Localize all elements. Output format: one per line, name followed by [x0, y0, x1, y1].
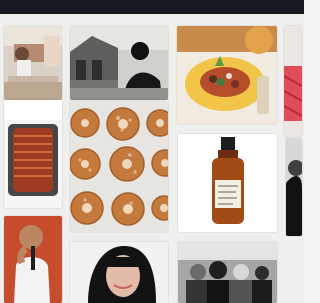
house-portrait-image [70, 26, 168, 100]
top-navigation-bar [0, 0, 304, 14]
dark-portrait-image [286, 138, 302, 236]
donuts-image [70, 100, 168, 232]
tile-donuts-photo[interactable] [70, 100, 168, 232]
woman-portrait-image [70, 242, 168, 303]
tile-group-photo[interactable] [178, 242, 277, 303]
tile-food-bowl-photo[interactable] [177, 26, 277, 124]
tile-roast-pan-photo[interactable] [4, 100, 62, 208]
tile-dark-portrait-photo[interactable] [286, 138, 302, 236]
red-fabric-image [284, 26, 302, 136]
amber-bottle-image [178, 134, 277, 232]
tile-house-portrait-photo[interactable] [70, 26, 168, 100]
roast-pan-image [4, 100, 62, 208]
tile-woman-portrait-photo[interactable] [70, 242, 168, 303]
tile-singer-photo[interactable] [4, 216, 62, 303]
tile-red-fabric-photo[interactable] [284, 26, 302, 136]
image-grid [0, 14, 304, 303]
group-image [178, 242, 277, 303]
photo-feed-app [0, 0, 304, 303]
tile-dining-room-photo[interactable] [4, 26, 62, 100]
dining-room-image [4, 26, 62, 100]
singer-image [4, 216, 62, 303]
food-bowl-image [177, 26, 277, 124]
tile-amber-bottle-photo[interactable] [178, 134, 277, 232]
